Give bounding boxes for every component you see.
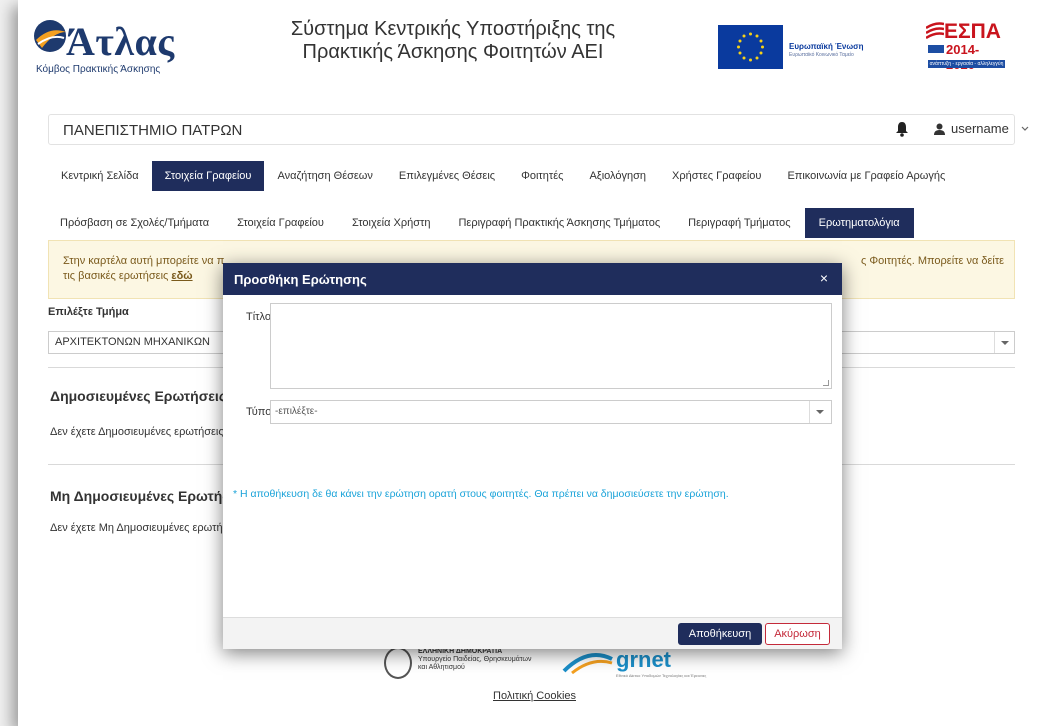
cancel-button[interactable]: Ακύρωση: [765, 623, 830, 645]
save-note: * Η αποθήκευση δε θα κάνει την ερώτηση ο…: [233, 488, 729, 500]
save-button[interactable]: Αποθήκευση: [678, 623, 762, 645]
modal-footer: Αποθήκευση Ακύρωση: [223, 617, 842, 649]
chevron-down-icon: [809, 401, 831, 423]
modal-header: Προσθήκη Ερώτησης ×: [223, 263, 842, 295]
resize-grip-icon[interactable]: [823, 380, 829, 386]
type-select[interactable]: -επιλέξτε-: [270, 400, 832, 424]
type-value: -επιλέξτε-: [275, 406, 318, 417]
add-question-modal: Προσθήκη Ερώτησης × Τίτλος Τύπος -επιλέξ…: [223, 263, 842, 649]
close-icon[interactable]: ×: [820, 270, 828, 286]
modal-title: Προσθήκη Ερώτησης: [234, 272, 367, 287]
title-textarea[interactable]: [270, 303, 832, 389]
